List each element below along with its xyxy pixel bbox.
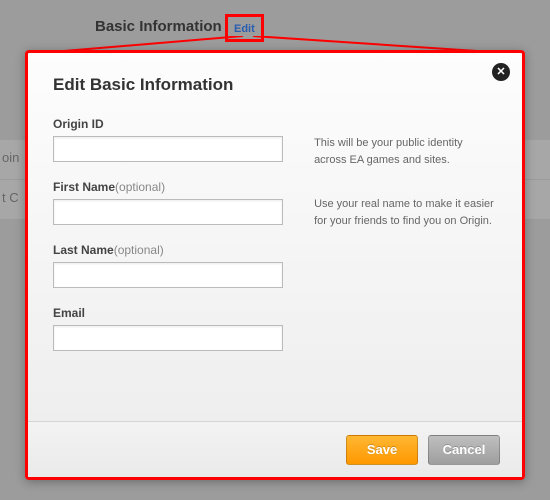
first-name-label: First Name(optional) (53, 180, 284, 194)
name-help: Use your real name to make it easier for… (314, 196, 497, 229)
edit-link[interactable]: Edit (234, 23, 255, 35)
first-name-input[interactable] (53, 199, 283, 225)
last-name-label-text: Last Name (53, 243, 114, 257)
last-name-label: Last Name(optional) (53, 243, 284, 257)
modal-title: Edit Basic Information (53, 75, 497, 95)
origin-id-help: This will be your public identity across… (314, 135, 497, 168)
cancel-button[interactable]: Cancel (428, 435, 500, 465)
last-name-optional: (optional) (114, 243, 164, 257)
last-name-input[interactable] (53, 262, 283, 288)
email-label: Email (53, 306, 284, 320)
section-title: Basic Information (95, 18, 222, 35)
origin-id-label: Origin ID (53, 117, 284, 131)
origin-id-input[interactable] (53, 136, 283, 162)
close-icon[interactable]: ✕ (492, 63, 510, 81)
first-name-label-text: First Name (53, 180, 115, 194)
email-input[interactable] (53, 325, 283, 351)
modal-footer: Save Cancel (28, 421, 522, 477)
first-name-optional: (optional) (115, 180, 165, 194)
save-button[interactable]: Save (346, 435, 418, 465)
edit-basic-info-modal: ✕ Edit Basic Information Origin ID First… (25, 50, 525, 480)
edit-link-highlight: Edit (225, 14, 264, 42)
